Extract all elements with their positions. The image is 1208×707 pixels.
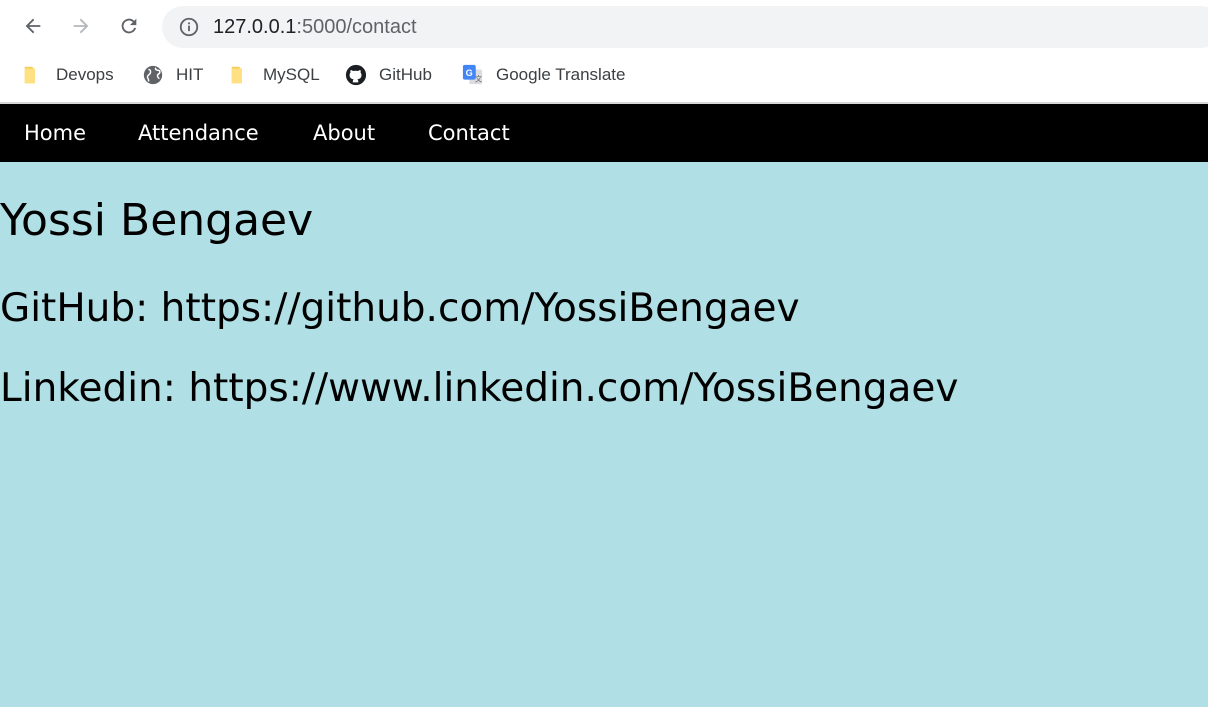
nav-home-link[interactable]: Home (24, 104, 86, 162)
nav-contact-link[interactable]: Contact (428, 104, 510, 162)
address-bar[interactable]: 127.0.0.1:5000/contact (162, 6, 1208, 48)
svg-text:文: 文 (475, 74, 483, 83)
bookmark-label: HIT (176, 65, 204, 84)
nav-attendance-link[interactable]: Attendance (138, 104, 259, 162)
address-url[interactable]: 127.0.0.1:5000/contact (213, 16, 417, 38)
bookmark-google-translate[interactable]: G 文 Google Translate (462, 62, 625, 88)
globe-icon (143, 65, 163, 85)
bookmark-devops[interactable]: Devops (22, 62, 114, 88)
top-navbar: Home Attendance About Contact (0, 104, 1208, 162)
url-path: :5000/contact (296, 16, 417, 38)
github-icon (345, 64, 367, 86)
bookmark-github[interactable]: GitHub (345, 62, 432, 88)
bookmark-mysql[interactable]: MySQL (229, 62, 320, 88)
bookmark-hit[interactable]: HIT (142, 62, 203, 88)
bookmark-label: Devops (56, 65, 114, 84)
back-button[interactable] (17, 10, 49, 42)
github-line: GitHub: https://github.com/YossiBengaev (0, 286, 800, 331)
forward-button[interactable] (65, 10, 97, 42)
folder-icon (24, 66, 35, 84)
bookmark-label: MySQL (263, 65, 320, 84)
bookmark-label: GitHub (379, 65, 432, 84)
google-translate-icon: G 文 (462, 64, 483, 85)
reload-icon (121, 18, 137, 34)
url-host: 127.0.0.1 (213, 16, 297, 38)
back-arrow-icon (25, 18, 41, 34)
page-body: Home Attendance About Contact Yossi Beng… (0, 104, 1208, 707)
browser-toolbar: 127.0.0.1:5000/contact (0, 0, 1208, 54)
bookmarks-bar: Devops HIT MySQL GitHub G 文 Google Trans… (0, 54, 1208, 104)
bookmark-label: Google Translate (496, 65, 626, 84)
contact-name-heading: Yossi Bengaev (0, 195, 314, 246)
svg-text:G: G (466, 68, 473, 78)
info-icon[interactable] (178, 16, 200, 38)
nav-about-link[interactable]: About (313, 104, 375, 162)
reload-button[interactable] (113, 10, 145, 42)
folder-icon (231, 66, 242, 84)
forward-arrow-icon (73, 18, 89, 34)
linkedin-line: Linkedin: https://www.linkedin.com/Yossi… (0, 366, 959, 411)
